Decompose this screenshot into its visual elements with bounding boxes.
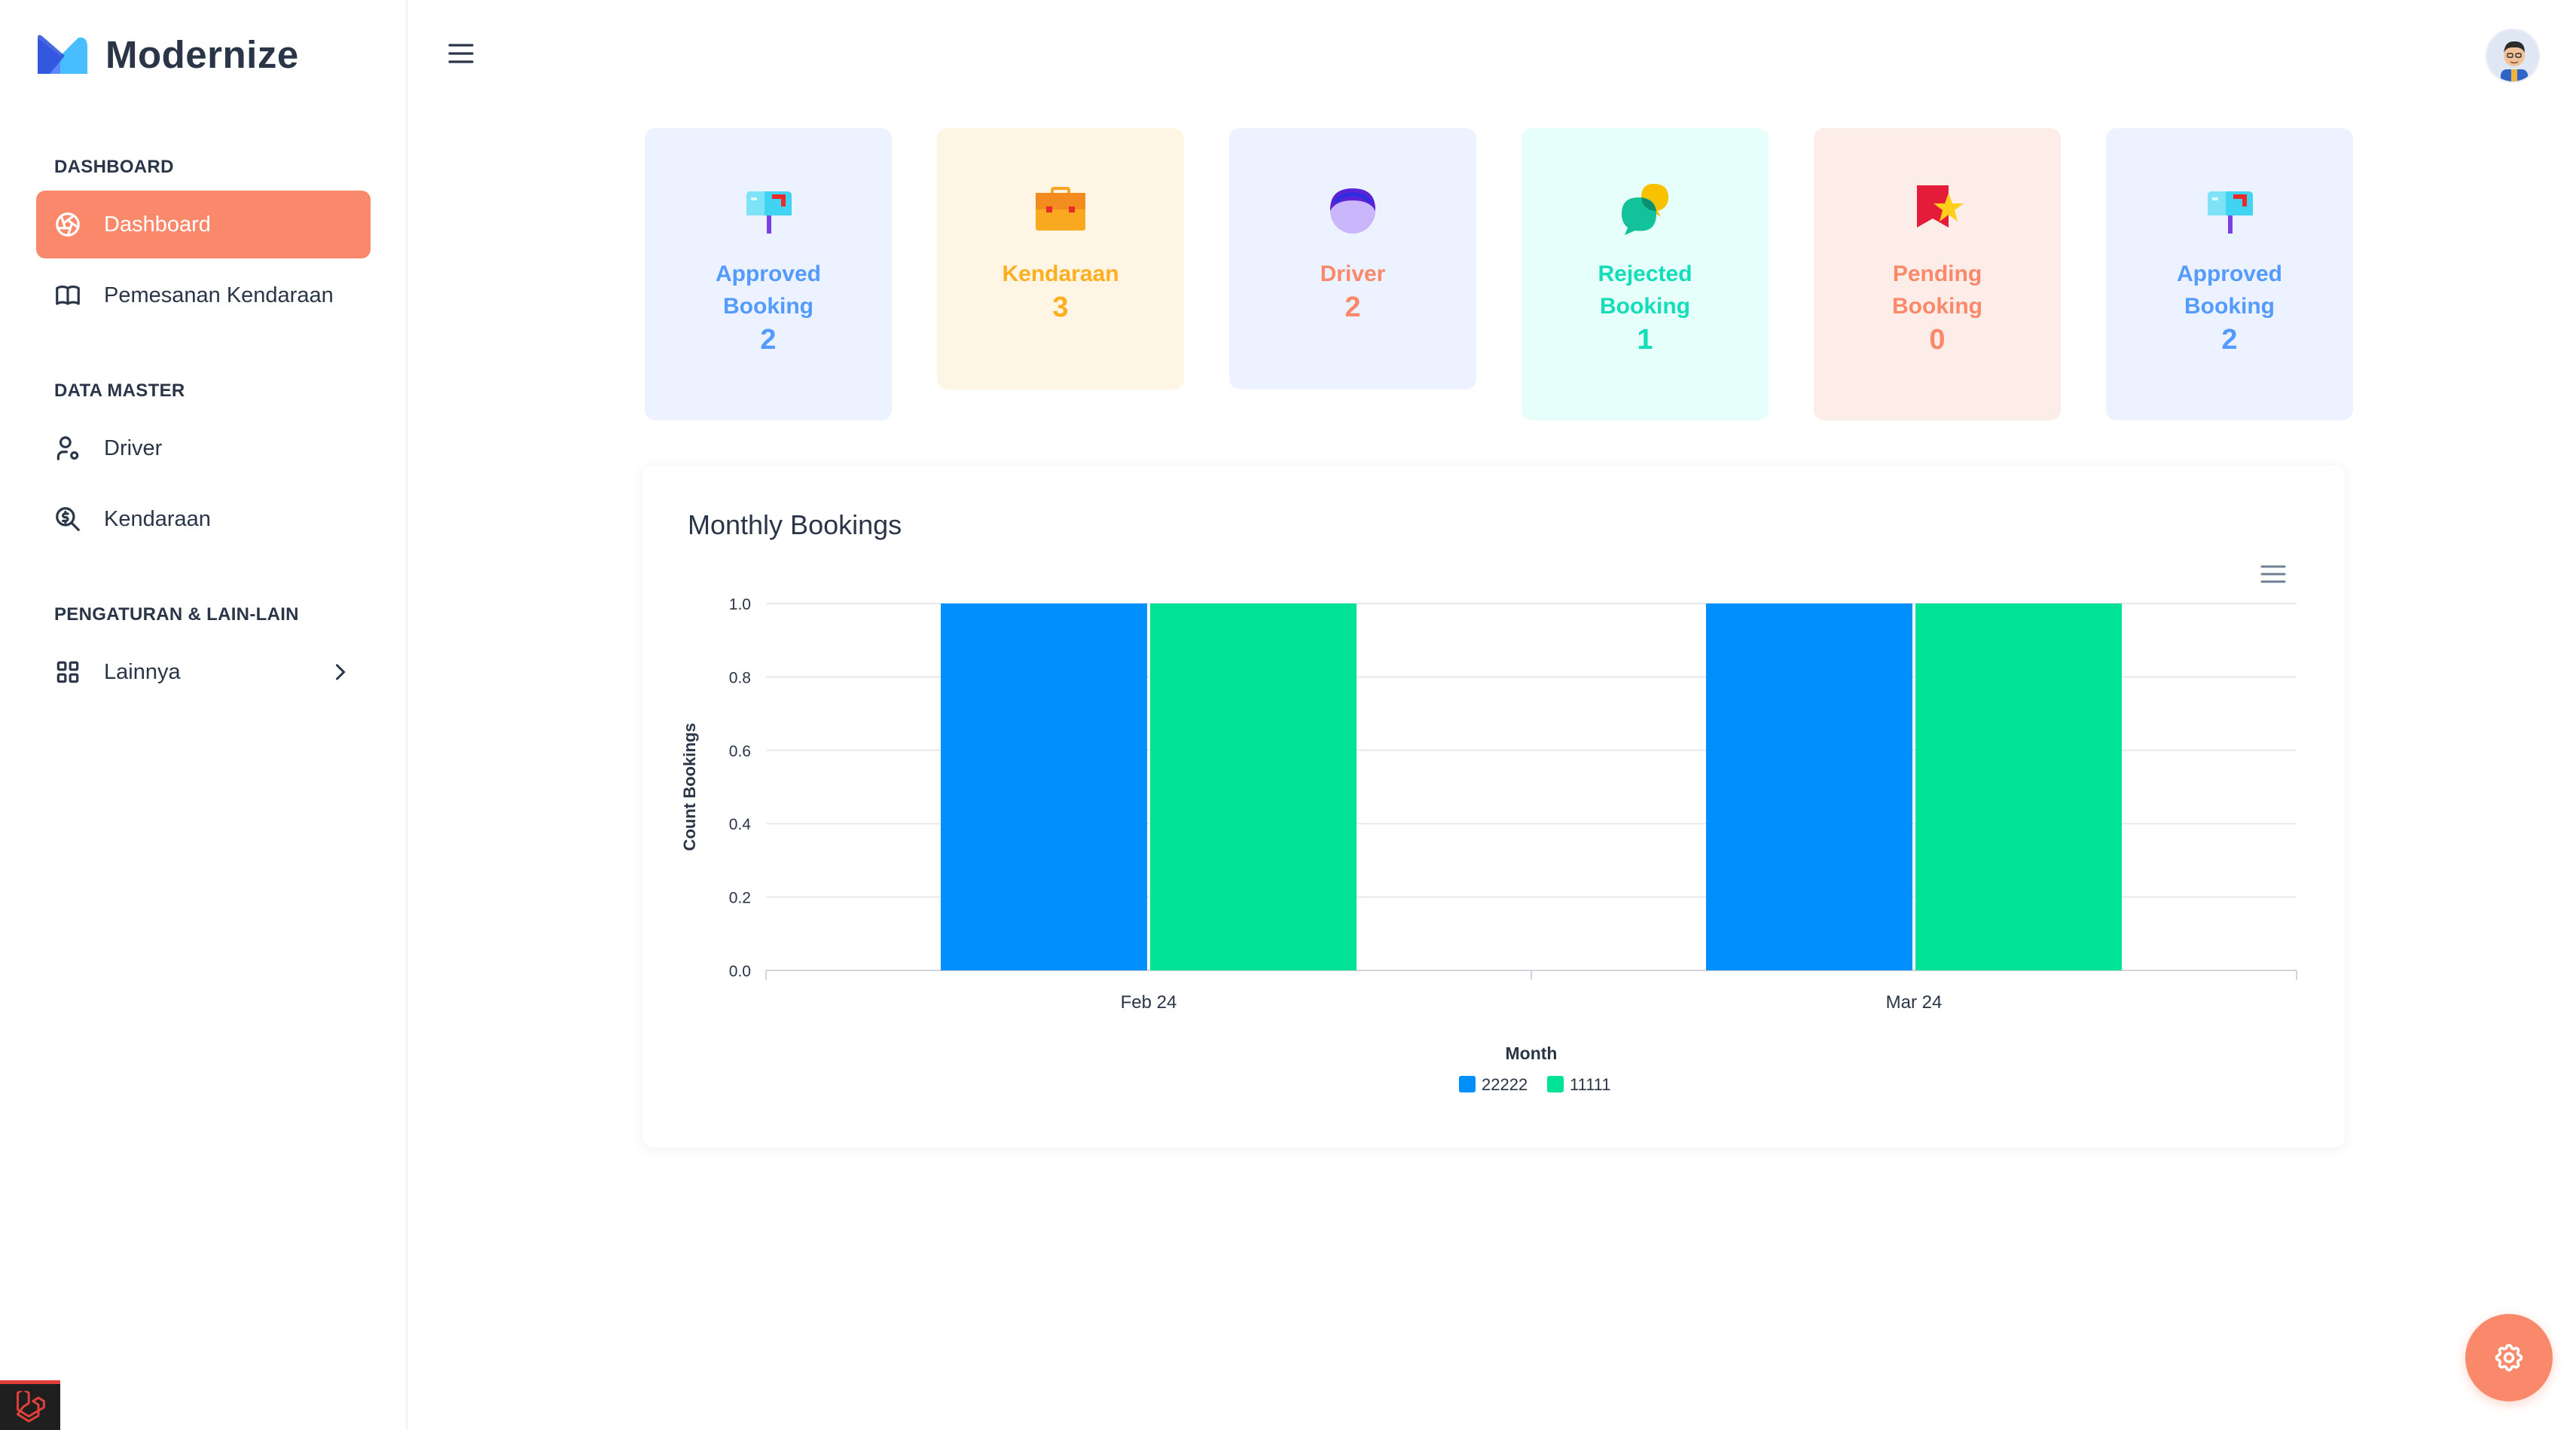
user-avatar[interactable] <box>2486 29 2540 83</box>
chat-bubbles-icon <box>1622 184 1668 235</box>
y-tick-label: 0.0 <box>729 963 751 980</box>
brand-name: Modernize <box>105 32 299 76</box>
stat-card-label: Approved Booking <box>715 261 821 319</box>
search-dollar-icon <box>53 504 83 534</box>
legend-label: 22222 <box>1482 1075 1528 1094</box>
y-tick-label: 0.6 <box>729 743 751 760</box>
gear-icon <box>2495 1343 2523 1372</box>
flag-star-icon <box>1917 185 1964 228</box>
chevron-right-icon <box>336 664 346 680</box>
chart-bar <box>941 603 1147 970</box>
book-icon <box>53 280 83 310</box>
section-title-pengaturan: PENGATURAN & LAIN-LAIN <box>54 604 299 625</box>
sidebar-item-label: Kendaraan <box>104 506 211 531</box>
section-title-data-master: DATA MASTER <box>54 380 185 401</box>
menu-hamburger-icon[interactable] <box>447 42 475 65</box>
legend-swatch <box>1459 1076 1476 1092</box>
stat-card-value: 0 <box>1929 324 1946 356</box>
bar-chart: 0.0 0.2 0.4 0.6 0.8 1.0 Count Bookings Feb 24 Ma… <box>680 596 2297 1094</box>
stat-card-pending-booking[interactable]: Pending Booking 0 <box>1814 128 2061 420</box>
stat-card-label: Driver <box>1320 261 1386 286</box>
stat-card-approved-booking-2[interactable]: Approved Booking 2 <box>2106 128 2353 420</box>
sidebar-item-label: Dashboard <box>104 212 211 237</box>
stat-card-value: 3 <box>1052 292 1069 323</box>
stat-card-label: Approved Booking <box>2176 261 2282 319</box>
user-icon <box>53 433 83 463</box>
grid-icon <box>53 657 83 687</box>
aperture-icon <box>53 209 83 240</box>
y-tick-label: 0.2 <box>729 890 751 907</box>
x-tick-label: Mar 24 <box>1886 992 1943 1013</box>
stat-card-rejected-booking[interactable]: Rejected Booking 1 <box>1521 128 1769 420</box>
monthly-bookings-card: Monthly Bookings 0.0 0.2 0.4 0.6 0.8 1.0 Count… <box>642 466 2345 1147</box>
legend-label: 11111 <box>1570 1075 1611 1094</box>
x-axis-title: Month <box>1506 1043 1558 1063</box>
y-tick-label: 0.4 <box>729 816 752 833</box>
chart-bar <box>1150 603 1357 970</box>
briefcase-icon <box>1036 187 1085 231</box>
y-tick-label: 0.8 <box>729 669 751 686</box>
sidebar-item-label: Driver <box>104 435 163 460</box>
stat-card-kendaraan[interactable]: Kendaraan 3 <box>937 128 1184 390</box>
stat-card-label: Rejected Booking <box>1598 261 1692 319</box>
mailbox-icon <box>746 191 792 234</box>
x-tick-label: Feb 24 <box>1121 992 1177 1013</box>
brand[interactable]: Modernize <box>35 30 299 78</box>
stat-card-value: 2 <box>760 324 777 356</box>
sidebar-item-label: Pemesanan Kendaraan <box>104 283 334 307</box>
stat-card-value: 1 <box>1637 324 1653 356</box>
y-tick-label: 1.0 <box>729 596 751 613</box>
laravel-debugbar-icon[interactable] <box>0 1380 60 1430</box>
settings-button[interactable] <box>2465 1314 2553 1401</box>
mailbox-icon <box>2208 191 2253 234</box>
y-axis-title: Count Bookings <box>680 723 699 851</box>
chart-bar <box>1706 603 1912 970</box>
stat-card-label: Pending Booking <box>1892 261 1982 319</box>
chart-bar <box>1915 603 2122 970</box>
user-avatar-icon <box>1330 188 1375 234</box>
modernize-logo-icon <box>38 35 87 74</box>
stat-card-value: 2 <box>2221 324 2238 356</box>
sidebar-item-pemesanan-kendaraan[interactable]: Pemesanan Kendaraan <box>36 261 371 329</box>
sidebar-item-kendaraan[interactable]: Kendaraan <box>36 485 371 553</box>
sidebar: Modernize DASHBOARD Dashboard Pemesanan … <box>0 0 407 1430</box>
stat-card-approved-booking[interactable]: Approved Booking 2 <box>645 128 892 420</box>
stat-card-label: Kendaraan <box>1002 261 1119 286</box>
legend-swatch <box>1547 1076 1564 1092</box>
section-title-dashboard: DASHBOARD <box>54 157 174 177</box>
sidebar-item-label: Lainnya <box>104 659 181 684</box>
stat-card-driver[interactable]: Driver 2 <box>1229 128 1476 390</box>
stat-card-value: 2 <box>1344 292 1361 323</box>
sidebar-item-driver[interactable]: Driver <box>36 414 371 482</box>
sidebar-item-dashboard[interactable]: Dashboard <box>36 191 371 258</box>
sidebar-item-lainnya[interactable]: Lainnya <box>36 638 371 706</box>
